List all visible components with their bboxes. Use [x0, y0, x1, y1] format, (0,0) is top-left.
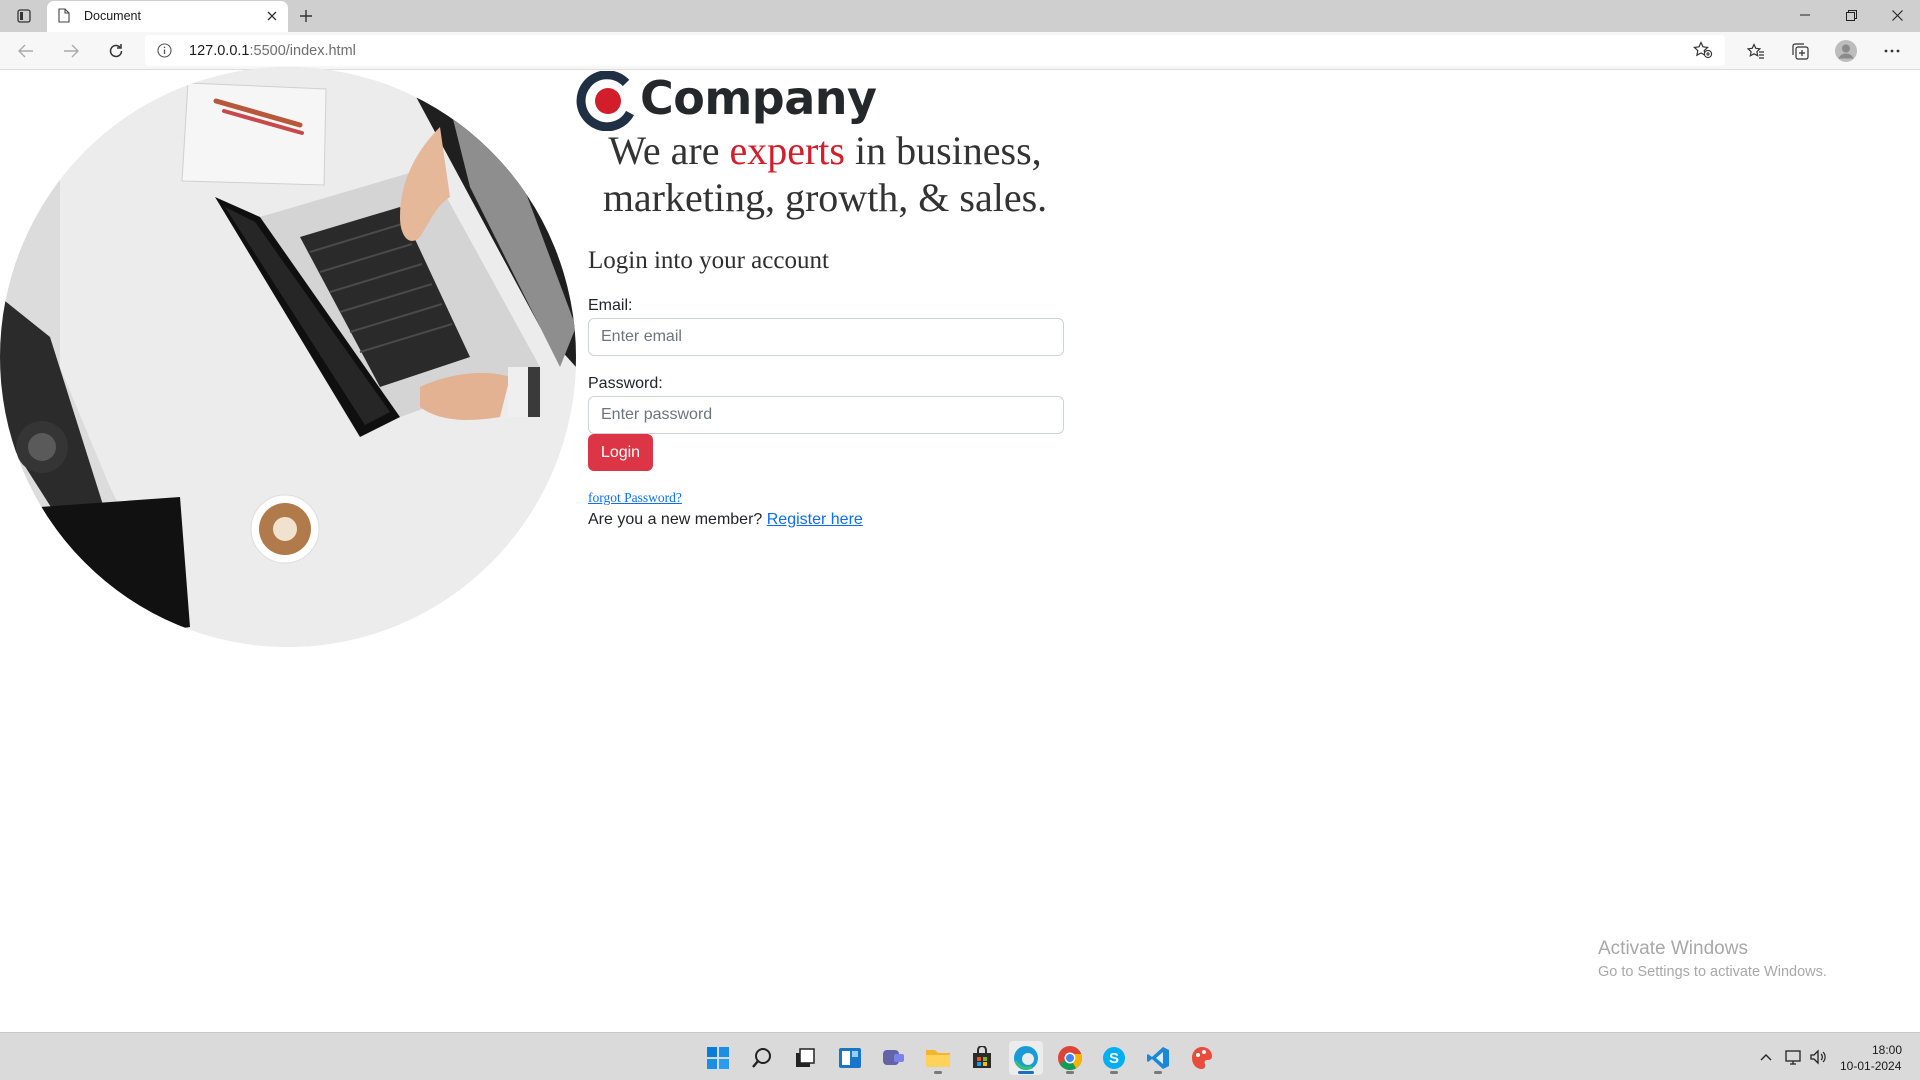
restore-icon[interactable]	[1828, 0, 1874, 30]
clock-time[interactable]: 18:00	[1872, 1043, 1902, 1057]
company-name: Company	[640, 71, 877, 125]
password-label: Password:	[588, 375, 663, 392]
email-label: Email:	[588, 297, 633, 314]
browser-toolbar: 127.0.0.1:5500/index.html	[0, 32, 1920, 70]
volume-icon[interactable]	[1808, 1047, 1828, 1067]
hero-image	[0, 67, 576, 647]
browser-tab-bar: Document	[0, 0, 1920, 32]
more-options-icon[interactable]	[1876, 36, 1908, 66]
register-link[interactable]: Register here	[767, 511, 863, 528]
svg-text:S: S	[1109, 1050, 1119, 1067]
close-window-icon[interactable]	[1874, 0, 1920, 30]
chrome-icon[interactable]	[1053, 1041, 1087, 1075]
activate-windows-subtitle: Go to Settings to activate Windows.	[1598, 964, 1827, 980]
tagline: We are experts in business, marketing, g…	[590, 127, 1060, 221]
skype-icon[interactable]: S	[1097, 1041, 1131, 1075]
running-indicator	[934, 1071, 942, 1074]
tagline-accent: experts	[729, 128, 845, 173]
running-indicator	[1154, 1071, 1162, 1074]
start-icon[interactable]	[701, 1041, 735, 1075]
running-indicator	[1110, 1071, 1118, 1074]
page-content: Company We are experts in business, mark…	[0, 67, 1920, 1032]
tab-title: Document	[84, 9, 141, 23]
chevron-up-icon[interactable]	[1756, 1047, 1776, 1067]
tagline-part1: We are	[608, 128, 730, 173]
email-field[interactable]	[588, 318, 1064, 356]
password-field[interactable]	[588, 396, 1064, 434]
url-host: 127.0.0.1	[189, 43, 250, 59]
info-icon[interactable]	[157, 43, 172, 63]
minimize-icon[interactable]	[1782, 0, 1828, 30]
search-icon[interactable]	[745, 1041, 779, 1075]
refresh-icon[interactable]	[100, 36, 132, 66]
add-favorite-icon[interactable]	[1693, 41, 1713, 64]
new-tab-icon[interactable]	[295, 6, 317, 26]
url-text: 127.0.0.1:5500/index.html	[189, 43, 356, 59]
task-view-icon[interactable]	[788, 1041, 822, 1075]
forgot-password-link[interactable]: forgot Password?	[588, 490, 682, 506]
register-prompt: Are you a new member?	[588, 511, 767, 528]
browser-tab[interactable]: Document	[47, 1, 288, 32]
profile-avatar-icon[interactable]	[1830, 36, 1862, 66]
register-line: Are you a new member? Register here	[588, 511, 863, 529]
paint-icon[interactable]	[1185, 1041, 1219, 1075]
login-button[interactable]: Login	[588, 434, 653, 471]
widgets-icon[interactable]	[833, 1041, 867, 1075]
clock-date[interactable]: 10-01-2024	[1840, 1059, 1901, 1073]
running-indicator	[1066, 1071, 1074, 1074]
back-icon[interactable]	[10, 36, 42, 66]
url-path: :5500/index.html	[249, 43, 356, 59]
taskbar: S 18:00 10-01-2024	[0, 1032, 1920, 1080]
activate-windows-title: Activate Windows	[1598, 938, 1748, 959]
page-icon	[58, 8, 70, 28]
edge-icon[interactable]	[1009, 1041, 1043, 1075]
login-heading: Login into your account	[588, 247, 829, 274]
tab-actions-icon[interactable]	[12, 6, 36, 26]
forward-icon[interactable]	[55, 36, 87, 66]
file-explorer-icon[interactable]	[921, 1041, 955, 1075]
close-tab-icon[interactable]	[264, 8, 280, 24]
vscode-icon[interactable]	[1141, 1041, 1175, 1075]
chat-icon[interactable]	[877, 1041, 911, 1075]
store-icon[interactable]	[965, 1041, 999, 1075]
active-indicator	[1018, 1071, 1034, 1074]
favorites-icon[interactable]	[1740, 36, 1772, 66]
address-bar[interactable]: 127.0.0.1:5500/index.html	[145, 35, 1725, 66]
collections-icon[interactable]	[1784, 36, 1816, 66]
network-icon[interactable]	[1784, 1047, 1804, 1067]
